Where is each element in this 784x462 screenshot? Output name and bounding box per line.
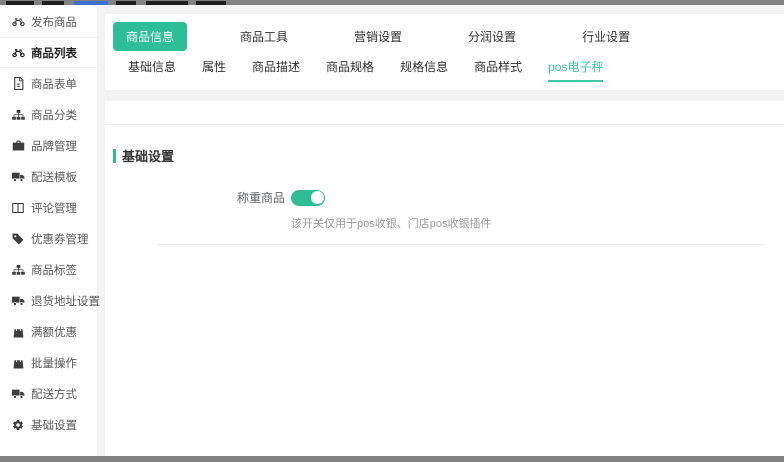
motorcycle-icon <box>11 16 25 27</box>
sidebar-item-label: 发布商品 <box>31 16 77 29</box>
sidebar-item-label: 商品表单 <box>31 78 77 91</box>
sidebar-item-delivery-method[interactable]: 配送方式 <box>0 378 97 409</box>
sidebar-item-label: 基础设置 <box>31 419 77 432</box>
sidebar-item-label: 配送方式 <box>31 388 77 401</box>
chrome-fragment <box>146 1 188 5</box>
sidebar-item-comment-management[interactable]: 评论管理 <box>0 192 97 223</box>
secondary-tab-bar: 基础信息 属性 商品描述 商品规格 规格信息 商品样式 pos电子秤 <box>105 50 784 82</box>
truck-icon <box>11 389 25 399</box>
cropped-bottom-chrome <box>0 456 784 462</box>
columns-icon <box>11 202 25 213</box>
sidebar-item-batch-operations[interactable]: 批量操作 <box>0 347 97 378</box>
sidebar-item-label: 优惠券管理 <box>31 233 89 246</box>
sitemap-icon <box>11 264 25 275</box>
content-card-body: 基础设置 称重商品 该开关仅用于pos收银、门店pos收银插件 <box>105 125 784 245</box>
sidebar-item-label: 商品列表 <box>31 47 77 60</box>
subtab-attributes[interactable]: 属性 <box>202 58 226 82</box>
sidebar-item-label: 评论管理 <box>31 202 77 215</box>
tab-product-info[interactable]: 商品信息 <box>113 21 188 51</box>
tabs-card: 商品信息 商品工具 营销设置 分润设置 行业设置 基础信息 属性 商品描述 商品… <box>105 14 784 90</box>
sidebar-item-coupon-management[interactable]: 优惠券管理 <box>0 223 97 254</box>
truck-icon <box>11 296 25 306</box>
gear-icon <box>11 419 25 431</box>
sidebar-item-label: 品牌管理 <box>31 140 77 153</box>
tab-industry-settings[interactable]: 行业设置 <box>569 22 643 51</box>
tab-profit-sharing-settings[interactable]: 分润设置 <box>455 22 529 51</box>
sidebar-item-return-address-settings[interactable]: 退货地址设置 <box>0 285 100 316</box>
sidebar-item-product-form[interactable]: 商品表单 <box>0 68 97 99</box>
tag-icon <box>11 233 25 245</box>
sidebar-item-label: 商品分类 <box>31 109 77 122</box>
subtab-spec-info[interactable]: 规格信息 <box>400 58 448 82</box>
shopping-bag-icon <box>11 326 25 338</box>
file-icon <box>11 77 25 90</box>
section-title: 基础设置 <box>113 146 774 165</box>
weighing-product-toggle[interactable] <box>291 189 325 206</box>
motorcycle-icon <box>11 47 25 58</box>
content-card-header <box>105 101 784 125</box>
sidebar-item-label: 商品标签 <box>31 264 77 277</box>
cropped-top-chrome <box>0 0 784 5</box>
weighing-product-row: 称重商品 <box>113 189 774 206</box>
sidebar-item-product-tags[interactable]: 商品标签 <box>0 254 97 285</box>
sidebar-item-label: 配送模板 <box>31 171 77 184</box>
subtab-pos-scale[interactable]: pos电子秤 <box>548 58 604 82</box>
chrome-fragment <box>6 1 34 5</box>
sidebar-item-label: 退货地址设置 <box>31 295 100 308</box>
sidebar-item-full-amount-discount[interactable]: 满额优惠 <box>0 316 97 347</box>
sidebar-item-basic-settings[interactable]: 基础设置 <box>0 409 97 440</box>
chrome-fragment <box>42 1 64 5</box>
sidebar-item-brand-management[interactable]: 品牌管理 <box>0 130 97 161</box>
sidebar-item-publish-product[interactable]: 发布商品 <box>0 6 97 37</box>
main-area: 商品信息 商品工具 营销设置 分润设置 行业设置 基础信息 属性 商品描述 商品… <box>97 5 784 456</box>
form-divider <box>157 244 764 245</box>
sidebar: 发布商品 商品列表 商品表单 商品分类 品牌管理 配送模板 评论管理 优惠券管理… <box>0 5 100 456</box>
sidebar-item-delivery-template[interactable]: 配送模板 <box>0 161 97 192</box>
sidebar-item-label: 批量操作 <box>31 357 77 370</box>
sidebar-item-label: 满额优惠 <box>31 326 77 339</box>
truck-icon <box>11 172 25 182</box>
tab-product-tools[interactable]: 商品工具 <box>227 22 301 51</box>
sitemap-icon <box>11 109 25 120</box>
sidebar-item-product-category[interactable]: 商品分类 <box>0 99 97 130</box>
subtab-product-description[interactable]: 商品描述 <box>252 58 300 82</box>
content-card: 基础设置 称重商品 该开关仅用于pos收银、门店pos收银插件 <box>105 101 784 456</box>
chrome-fragment <box>116 1 136 5</box>
section-title-text: 基础设置 <box>122 149 175 164</box>
toggle-knob <box>310 191 324 204</box>
chrome-fragment <box>74 1 108 5</box>
tab-marketing-settings[interactable]: 营销设置 <box>341 22 415 51</box>
briefcase-icon <box>11 140 25 151</box>
subtab-basic-info[interactable]: 基础信息 <box>128 58 176 82</box>
subtab-product-specs[interactable]: 商品规格 <box>326 58 374 82</box>
chrome-fragment <box>196 1 226 5</box>
shopping-bag-icon <box>11 357 25 369</box>
primary-tab-bar: 商品信息 商品工具 营销设置 分润设置 行业设置 <box>105 14 784 51</box>
weighing-product-label: 称重商品 <box>236 191 285 205</box>
sidebar-item-product-list[interactable]: 商品列表 <box>0 37 97 68</box>
toggle-hint-text: 该开关仅用于pos收银、门店pos收银插件 <box>291 218 492 230</box>
subtab-product-style[interactable]: 商品样式 <box>474 58 522 82</box>
section-accent-bar <box>113 148 116 163</box>
